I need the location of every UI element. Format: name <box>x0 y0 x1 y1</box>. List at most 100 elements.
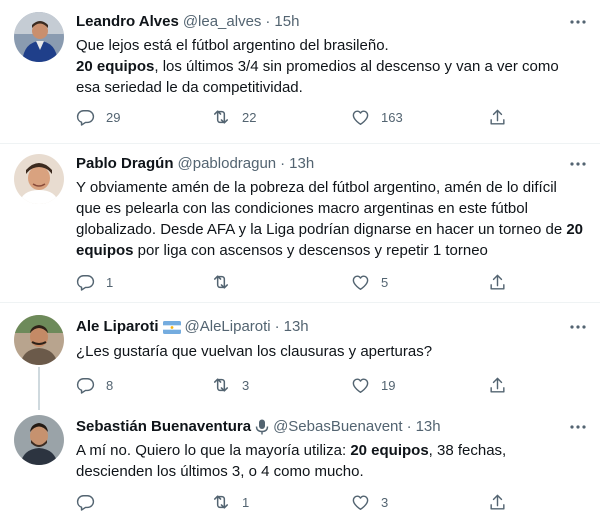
tweet-text-line: descienden los últimos 3, o 4 como mucho… <box>76 461 588 482</box>
retweet-button[interactable]: 3 <box>204 373 249 397</box>
heart-icon <box>343 490 377 514</box>
share-icon <box>480 373 514 397</box>
share-button[interactable] <box>480 373 514 397</box>
tweet-header: Pablo Dragún @pablodragun · 13h <box>76 154 314 174</box>
separator-dot: · <box>280 155 286 172</box>
retweet-icon <box>204 490 238 514</box>
like-button[interactable]: 3 <box>343 490 388 514</box>
tweet-text-line: esa seriedad le da competitividad. <box>76 77 588 98</box>
tweet-text-line: que es pelearla con las condiciones macr… <box>76 198 588 219</box>
tweet-2[interactable]: Pablo Dragún @pablodragun · 13h Y obviam… <box>0 144 600 302</box>
tweet-1[interactable]: Leandro Alves @lea_alves · 15h Que lejos… <box>0 0 600 143</box>
share-icon <box>480 490 514 514</box>
author-name[interactable]: Leandro Alves <box>76 12 179 32</box>
reply-count: 1 <box>106 274 114 290</box>
tweet-text: A mí no. Quiero lo que la mayoría utiliz… <box>76 440 588 482</box>
tweet-text-line: globalizado. Desde AFA y la Liga podrían… <box>76 219 588 240</box>
separator-dot: · <box>274 318 280 335</box>
tweet-text-line: Y obviamente amén de la pobreza del fútb… <box>76 177 588 198</box>
tweet-header: Ale Liparoti @AleLiparoti · 13h <box>76 317 309 337</box>
timestamp[interactable]: 15h <box>274 12 299 32</box>
text-segment: Que lejos está el fútbol argentino del b… <box>76 37 389 54</box>
reply-icon <box>68 105 102 129</box>
heart-icon <box>343 373 377 397</box>
text-segment: descienden los últimos 3, o 4 como mucho… <box>76 463 364 480</box>
tweet-3[interactable]: Ale Liparoti @AleLiparoti · 13h ¿Les gus… <box>0 303 600 407</box>
reply-icon <box>68 270 102 294</box>
tweet-actions: 8 3 19 <box>68 373 528 397</box>
bold-text: 20 <box>566 221 584 238</box>
author-handle[interactable]: @AleLiparoti <box>185 317 271 337</box>
avatar[interactable] <box>14 12 64 62</box>
timestamp[interactable]: 13h <box>289 154 314 174</box>
timestamp[interactable]: 13h <box>416 417 441 437</box>
tweet-text-line: A mí no. Quiero lo que la mayoría utiliz… <box>76 440 588 461</box>
argentina-flag-icon <box>162 320 181 334</box>
retweet-icon <box>204 373 238 397</box>
retweet-count: 3 <box>242 377 250 393</box>
reply-button[interactable] <box>68 490 106 514</box>
avatar[interactable] <box>14 415 64 465</box>
more-icon <box>570 325 586 329</box>
separator-dot: · <box>406 418 412 435</box>
share-button[interactable] <box>480 490 514 514</box>
retweet-button[interactable]: 1 <box>204 490 249 514</box>
retweet-icon <box>204 270 238 294</box>
author-handle[interactable]: @SebasBuenavent <box>273 417 403 437</box>
tweet-header: Sebastián Buenaventura @SebasBuenavent ·… <box>76 417 441 437</box>
share-icon <box>480 105 514 129</box>
like-count: 163 <box>381 109 403 125</box>
more-options-button[interactable] <box>568 317 588 337</box>
heart-icon <box>343 270 377 294</box>
reply-button[interactable]: 1 <box>68 270 113 294</box>
reply-icon <box>68 490 102 514</box>
tweet-text: ¿Les gustaría que vuelvan los clausuras … <box>76 341 588 362</box>
like-count: 19 <box>381 377 396 393</box>
reply-button[interactable]: 8 <box>68 373 113 397</box>
like-button[interactable]: 163 <box>343 105 403 129</box>
tweet-actions: 29 22 163 <box>68 105 528 129</box>
separator-dot: · <box>265 13 271 30</box>
author-name[interactable]: Ale Liparoti <box>76 317 159 337</box>
author-handle[interactable]: @lea_alves <box>183 12 262 32</box>
retweet-count: 22 <box>242 109 257 125</box>
more-options-button[interactable] <box>568 417 588 437</box>
text-segment: que es pelearla con las condiciones macr… <box>76 200 528 217</box>
timestamp[interactable]: 13h <box>284 317 309 337</box>
text-segment: , los últimos 3/4 sin promedios al desce… <box>154 58 559 75</box>
heart-icon <box>343 105 377 129</box>
like-button[interactable]: 5 <box>343 270 388 294</box>
avatar[interactable] <box>14 154 64 204</box>
tweet-actions: 1 5 <box>68 270 528 294</box>
tweet-actions: 1 3 <box>68 490 528 514</box>
retweet-button[interactable]: 22 <box>204 105 256 129</box>
author-name[interactable]: Pablo Dragún <box>76 154 174 174</box>
more-options-button[interactable] <box>568 154 588 174</box>
share-button[interactable] <box>480 270 514 294</box>
retweet-count: 1 <box>242 494 250 510</box>
tweet-text-line: Que lejos está el fútbol argentino del b… <box>76 35 588 56</box>
text-segment: por liga con ascensos y descensos y repe… <box>133 242 488 259</box>
text-segment: A mí no. Quiero lo que la mayoría utiliz… <box>76 442 351 459</box>
author-handle[interactable]: @pablodragun <box>178 154 277 174</box>
avatar[interactable] <box>14 315 64 365</box>
bold-text: equipos <box>76 242 134 259</box>
author-name[interactable]: Sebastián Buenaventura <box>76 417 251 437</box>
text-segment: esa seriedad le da competitividad. <box>76 79 303 96</box>
more-options-button[interactable] <box>568 12 588 32</box>
tweet-4[interactable]: Sebastián Buenaventura @SebasBuenavent ·… <box>0 407 600 519</box>
text-segment: , 38 fechas, <box>428 442 507 459</box>
tweet-text-line: ¿Les gustaría que vuelvan los clausuras … <box>76 341 588 362</box>
text-segment: Y obviamente amén de la pobreza del fútb… <box>76 179 557 196</box>
reply-count: 29 <box>106 109 121 125</box>
reply-button[interactable]: 29 <box>68 105 120 129</box>
more-icon <box>570 425 586 429</box>
tweet-text-line: equipos por liga con ascensos y descenso… <box>76 240 588 261</box>
bold-text: 20 equipos <box>350 442 429 459</box>
bold-text: 20 equipos <box>76 58 155 75</box>
tweet-text: Y obviamente amén de la pobreza del fútb… <box>76 177 588 261</box>
share-button[interactable] <box>480 105 514 129</box>
retweet-button[interactable] <box>204 270 242 294</box>
like-count: 5 <box>381 274 389 290</box>
like-button[interactable]: 19 <box>343 373 395 397</box>
